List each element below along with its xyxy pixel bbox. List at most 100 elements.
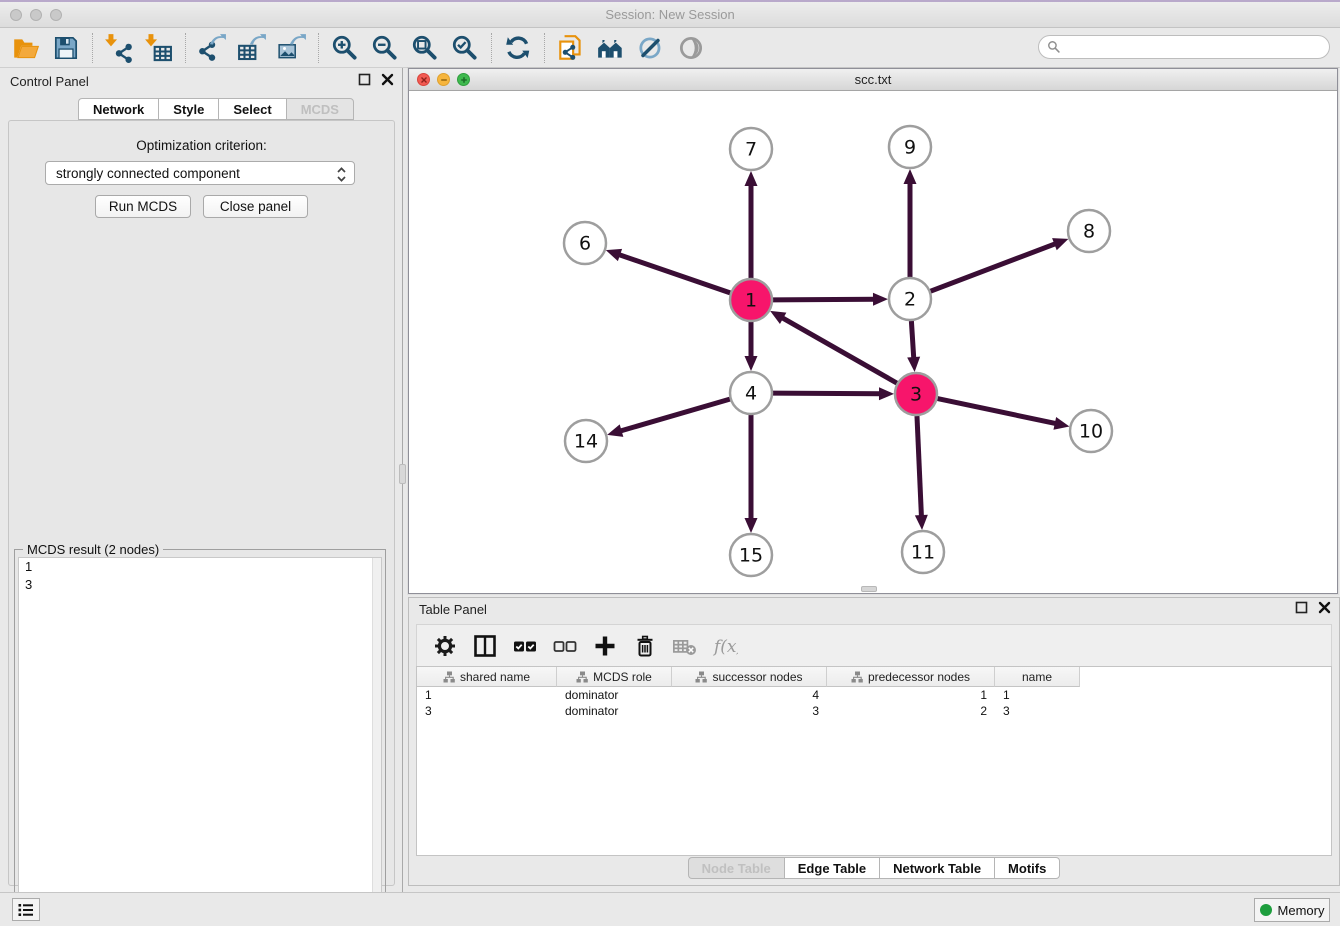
edge-3-11[interactable] [917,416,922,518]
table-row[interactable]: 3dominator323 [417,703,1331,719]
function-builder-button: f(x) [707,629,743,663]
table-cell[interactable]: 3 [417,703,557,719]
edge-arrow-2-3 [907,357,920,372]
edge-1-6[interactable] [617,254,730,293]
table-header-row: shared nameMCDS rolesuccessor nodesprede… [417,667,1331,687]
node-table[interactable]: shared nameMCDS rolesuccessor nodesprede… [416,666,1332,856]
show-hide-button[interactable] [671,31,711,65]
deselect-all-button[interactable] [547,629,583,663]
close-panel-icon[interactable] [381,73,394,86]
edge-1-2[interactable] [773,299,876,300]
table-cell[interactable]: dominator [557,703,672,719]
tab-style[interactable]: Style [158,98,218,120]
run-mcds-button[interactable]: Run MCDS [95,195,191,218]
network-window-titlebar[interactable]: scc.txt [409,69,1337,91]
import-network-icon [104,33,134,63]
home-button[interactable] [591,31,631,65]
mcds-result-title: MCDS result (2 nodes) [23,542,163,557]
mcds-result-item: 3 [19,576,381,594]
export-table-button[interactable] [232,31,272,65]
optimization-criterion-select[interactable]: strongly connected component [45,161,355,185]
memory-button[interactable]: Memory [1254,898,1330,922]
edge-3-1[interactable] [781,317,897,383]
add-button[interactable] [587,629,623,663]
refresh-button[interactable] [498,31,538,65]
export-network-button[interactable] [192,31,232,65]
tab-motifs[interactable]: Motifs [994,857,1060,879]
edge-3-10[interactable] [938,399,1058,424]
tab-network-table[interactable]: Network Table [879,857,994,879]
save-session-button[interactable] [46,31,86,65]
control-panel-tabs: NetworkStyleSelectMCDS [78,98,354,120]
edge-4-3[interactable] [773,393,882,394]
import-network-button[interactable] [99,31,139,65]
toolbar-separator [185,33,186,63]
network-canvas[interactable]: 7968124314101511 [409,91,1337,593]
table-cell[interactable]: 3 [672,703,827,719]
import-table-button[interactable] [139,31,179,65]
table-cell[interactable]: dominator [557,687,672,703]
zoom-selected-icon [450,33,480,63]
table-tabs: Node TableEdge TableNetwork TableMotifs [409,857,1339,879]
close-table-panel-icon[interactable] [1318,601,1331,614]
result-scrollbar[interactable] [372,558,381,921]
columns-button[interactable] [467,629,503,663]
column-header-shared-name[interactable]: shared name [417,667,557,687]
table-cell[interactable]: 1 [417,687,557,703]
tab-edge-table[interactable]: Edge Table [784,857,879,879]
edge-2-8[interactable] [931,243,1058,291]
style-button[interactable] [631,31,671,65]
float-table-panel-icon[interactable] [1295,601,1308,614]
edge-arrow-4-3 [879,387,894,400]
network-graph[interactable]: 7968124314101511 [409,91,1337,594]
tab-node-table[interactable]: Node Table [688,857,784,879]
canvas-hscroll-thumb[interactable] [861,586,877,592]
edge-4-14[interactable] [619,399,730,431]
table-cell[interactable]: 1 [827,687,995,703]
tab-network[interactable]: Network [78,98,158,120]
application-window: Session: New Session Control Panel [0,0,1340,926]
search-input[interactable] [1061,37,1329,57]
mcds-result-group: MCDS result (2 nodes) 13 [14,549,386,926]
open-session-button[interactable] [6,31,46,65]
zoom-selected-button[interactable] [445,31,485,65]
panel-splitter-handle[interactable] [399,464,406,484]
zoom-out-button[interactable] [365,31,405,65]
mcds-result-list[interactable]: 13 [18,557,382,922]
tree-icon [443,671,455,683]
select-all-icon [512,633,538,659]
select-all-button[interactable] [507,629,543,663]
export-image-icon [277,33,307,63]
gear-button[interactable] [427,629,463,663]
float-panel-icon[interactable] [358,73,371,86]
node-label-6: 6 [579,233,591,255]
zoom-fit-button[interactable] [405,31,445,65]
zoom-in-button[interactable] [325,31,365,65]
table-cell[interactable]: 3 [995,703,1080,719]
column-header-name[interactable]: name [995,667,1080,687]
tab-mcds[interactable]: MCDS [286,98,354,120]
tab-select[interactable]: Select [218,98,285,120]
node-label-15: 15 [739,545,763,567]
table-cell[interactable]: 4 [672,687,827,703]
memory-label: Memory [1278,903,1325,918]
delete-icon [632,633,658,659]
column-header-MCDS-role[interactable]: MCDS role [557,667,672,687]
task-history-button[interactable] [12,898,40,921]
column-header-predecessor-nodes[interactable]: predecessor nodes [827,667,995,687]
edge-arrow-2-9 [904,169,917,184]
table-row[interactable]: 1dominator411 [417,687,1331,703]
duplicate-network-button[interactable] [551,31,591,65]
list-icon [18,903,34,917]
close-panel-button[interactable]: Close panel [203,195,308,218]
table-cell[interactable]: 1 [995,687,1080,703]
table-cell[interactable]: 2 [827,703,995,719]
deselect-all-icon [552,633,578,659]
window-title: Session: New Session [0,7,1340,22]
delete-button[interactable] [627,629,663,663]
export-image-button[interactable] [272,31,312,65]
edge-2-3[interactable] [911,321,913,360]
column-header-successor-nodes[interactable]: successor nodes [672,667,827,687]
optimization-criterion-label: Optimization criterion: [9,138,394,153]
refresh-icon [503,33,533,63]
